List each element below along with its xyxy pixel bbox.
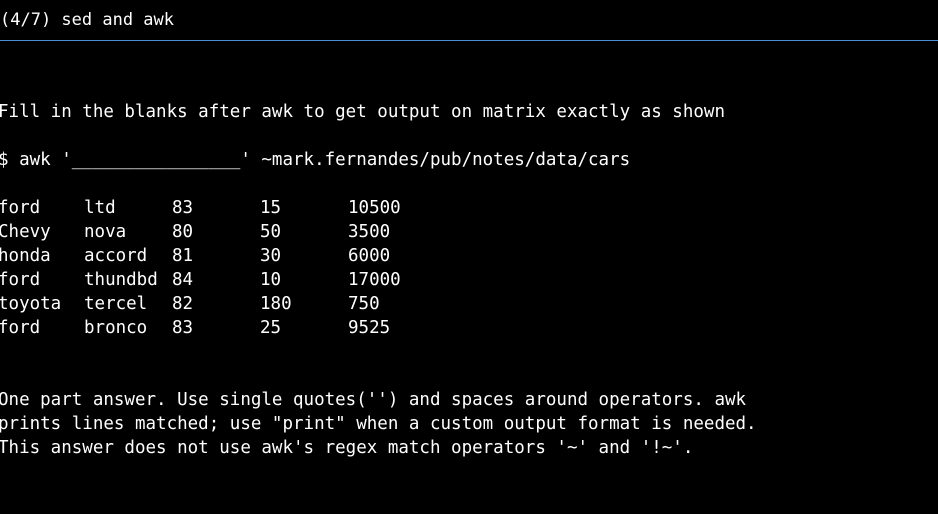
cell-model: accord (84, 246, 148, 266)
page-title: (4/7) sed and awk (0, 10, 174, 30)
hint-line-1: One part answer. Use single quotes('') a… (0, 390, 747, 410)
command-line: $ awk '________________' ~mark.fernandes… (0, 150, 631, 170)
cell-model: bronco (84, 318, 148, 338)
cell-model: nova (84, 222, 127, 242)
output-table: ford ltd 83 15 10500 Chevy nova 80 50 35… (0, 196, 401, 340)
cell-price: 750 (348, 294, 380, 314)
instruction-text: Fill in the blanks after awk to get outp… (0, 102, 725, 122)
header-bar: (4/7) sed and awk (0, 4, 938, 41)
table-row: Chevy nova 80 50 3500 (0, 220, 390, 244)
cell-mileage: 25 (260, 318, 282, 338)
table-row: ford thundbd 84 10 17000 (0, 268, 401, 292)
cell-price: 10500 (348, 198, 401, 218)
cell-mileage: 50 (260, 222, 282, 242)
cell-make: Chevy (0, 222, 51, 242)
cell-year: 82 (172, 294, 194, 314)
cell-mileage: 10 (260, 270, 282, 290)
cell-make: toyota (0, 294, 62, 314)
cell-model: tercel (84, 294, 148, 314)
table-row: honda accord 81 30 6000 (0, 244, 390, 268)
cell-make: honda (0, 246, 51, 266)
cell-year: 84 (172, 270, 194, 290)
cell-make: ford (0, 198, 41, 218)
cell-year: 80 (172, 222, 194, 242)
cell-model: thundbd (84, 270, 158, 290)
cell-year: 83 (172, 318, 194, 338)
cell-model: ltd (84, 198, 116, 218)
cell-make: ford (0, 318, 41, 338)
table-row: toyota tercel 82 180 750 (0, 292, 380, 316)
cell-year: 81 (172, 246, 194, 266)
cell-make: ford (0, 270, 41, 290)
table-row: ford ltd 83 15 10500 (0, 196, 401, 220)
cell-price: 6000 (348, 246, 391, 266)
cell-price: 3500 (348, 222, 391, 242)
cell-price: 17000 (348, 270, 401, 290)
cell-mileage: 30 (260, 246, 282, 266)
cell-price: 9525 (348, 318, 391, 338)
cell-mileage: 180 (260, 294, 292, 314)
hint-line-3: This answer does not use awk's regex mat… (0, 438, 694, 458)
table-row: ford bronco 83 25 9525 (0, 316, 390, 340)
hint-line-2: prints lines matched; use "print" when a… (0, 414, 757, 434)
cell-mileage: 15 (260, 198, 282, 218)
cell-year: 83 (172, 198, 194, 218)
